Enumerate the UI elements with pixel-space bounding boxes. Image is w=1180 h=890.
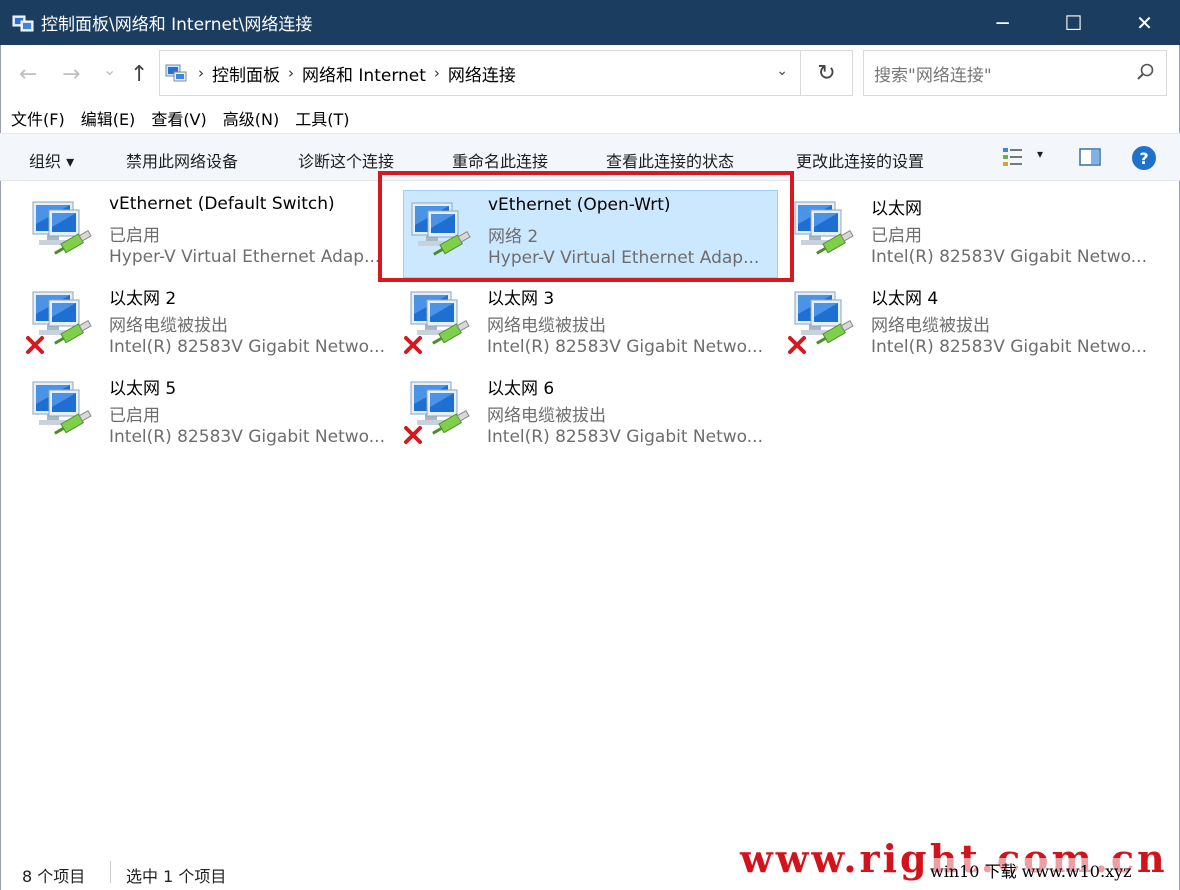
view-status-button[interactable]: 查看此连接的状态 [606,148,734,172]
address-dropdown-button[interactable]: ⌄ [776,63,788,79]
folder-network-icon [11,11,35,35]
search-placeholder: 搜索"网络连接" [874,65,992,86]
item-count: 8 个项目 [22,867,86,886]
connection-adapter: Intel(R) 82583V Gigabit Netwo... [871,337,1147,357]
chevron-right-icon: › [433,64,440,82]
title-bar: 控制面板\网络和 Internet\网络连接 ─ ☐ ✕ [0,0,1180,45]
network-adapter-icon [787,198,859,270]
connection-name: 以太网 5 [109,379,177,399]
network-adapter-disconnected-icon [403,378,475,450]
network-adapter-icon [25,198,97,270]
change-settings-button[interactable]: 更改此连接的设置 [796,148,924,172]
connection-status: 网络电缆被拔出 [487,406,606,426]
connection-name: vEthernet (Default Switch) [109,194,335,214]
selected-count: 选中 1 个项目 [126,867,227,886]
breadcrumb-control-panel[interactable]: 控制面板 [212,61,280,86]
connection-status: 网络电缆被拔出 [871,316,990,336]
connection-adapter: Hyper-V Virtual Ethernet Adap... [109,247,381,267]
search-icon[interactable] [1136,62,1156,87]
connection-adapter: Intel(R) 82583V Gigabit Netwo... [487,337,763,357]
menu-bar: 文件(F) 编辑(E) 查看(V) 高级(N) 工具(T) [0,104,1180,132]
connection-item[interactable]: 以太网 2 网络电缆被拔出 Intel(R) 82583V Gigabit Ne… [25,280,400,368]
menu-file[interactable]: 文件(F) [11,106,65,130]
refresh-button[interactable]: ↻ [801,50,853,96]
breadcrumb-network-internet[interactable]: 网络和 Internet [302,61,426,86]
menu-tools[interactable]: 工具(T) [295,106,349,130]
network-adapter-disconnected-icon [787,288,859,360]
connection-adapter: Intel(R) 82583V Gigabit Netwo... [487,427,763,447]
diagnose-button[interactable]: 诊断这个连接 [298,148,394,172]
disable-device-button[interactable]: 禁用此网络设备 [126,148,238,172]
address-bar[interactable]: › 控制面板 › 网络和 Internet › 网络连接 ⌄ [159,50,801,96]
breadcrumb-network-connections[interactable]: 网络连接 [448,61,516,86]
menu-view[interactable]: 查看(V) [151,106,206,130]
connection-name: 以太网 6 [487,379,555,399]
connection-item[interactable]: 以太网 4 网络电缆被拔出 Intel(R) 82583V Gigabit Ne… [787,280,1162,368]
preview-pane-icon[interactable] [1079,147,1101,171]
chevron-right-icon: › [198,64,204,82]
control-panel-network-icon [164,61,188,85]
connection-status: 已启用 [109,406,160,426]
connection-name: 以太网 4 [871,289,939,309]
connection-status: 网络电缆被拔出 [487,316,606,336]
recent-locations-button[interactable]: ⌄ [103,60,116,79]
connection-status: 已启用 [109,226,160,246]
connection-item[interactable]: 以太网 6 网络电缆被拔出 Intel(R) 82583V Gigabit Ne… [403,370,778,458]
minimize-button[interactable]: ─ [967,0,1038,45]
network-adapter-disconnected-icon [403,288,475,360]
connection-adapter: Intel(R) 82583V Gigabit Netwo... [871,247,1147,267]
highlight-annotation-box [378,171,794,282]
window-title: 控制面板\网络和 Internet\网络连接 [41,15,313,35]
connection-item[interactable]: 以太网 5 已启用 Intel(R) 82583V Gigabit Netwo.… [25,370,400,458]
back-button[interactable]: ← [19,62,37,87]
menu-advanced[interactable]: 高级(N) [223,106,279,130]
close-button[interactable]: ✕ [1109,0,1180,45]
connection-status: 网络电缆被拔出 [109,316,228,336]
chevron-right-icon: › [288,64,294,82]
rename-button[interactable]: 重命名此连接 [452,148,548,172]
up-button[interactable]: ↑ [130,62,148,87]
network-adapter-disconnected-icon [25,288,97,360]
connection-name: 以太网 [871,199,922,219]
connection-name: 以太网 2 [109,289,177,309]
connection-item[interactable]: 以太网 已启用 Intel(R) 82583V Gigabit Netwo... [787,190,1162,278]
connection-adapter: Intel(R) 82583V Gigabit Netwo... [109,427,385,447]
organize-button[interactable]: 组织 ▾ [29,148,74,172]
view-options-dropdown[interactable]: ▾ [1037,147,1043,161]
connection-status: 已启用 [871,226,922,246]
watermark-w10: win10 下载 www.w10.xyz [930,858,1132,882]
forward-button[interactable]: → [62,62,80,87]
connection-name: 以太网 3 [487,289,555,309]
network-adapter-icon [25,378,97,450]
connection-item[interactable]: vEthernet (Default Switch) 已启用 Hyper-V V… [25,190,400,278]
maximize-button[interactable]: ☐ [1038,0,1109,45]
connection-adapter: Intel(R) 82583V Gigabit Netwo... [109,337,385,357]
view-options-icon[interactable] [1002,146,1026,172]
search-input[interactable]: 搜索"网络连接" [863,50,1167,96]
menu-edit[interactable]: 编辑(E) [81,106,136,130]
connection-item[interactable]: 以太网 3 网络电缆被拔出 Intel(R) 82583V Gigabit Ne… [403,280,778,368]
help-button[interactable]: ? [1132,146,1156,170]
